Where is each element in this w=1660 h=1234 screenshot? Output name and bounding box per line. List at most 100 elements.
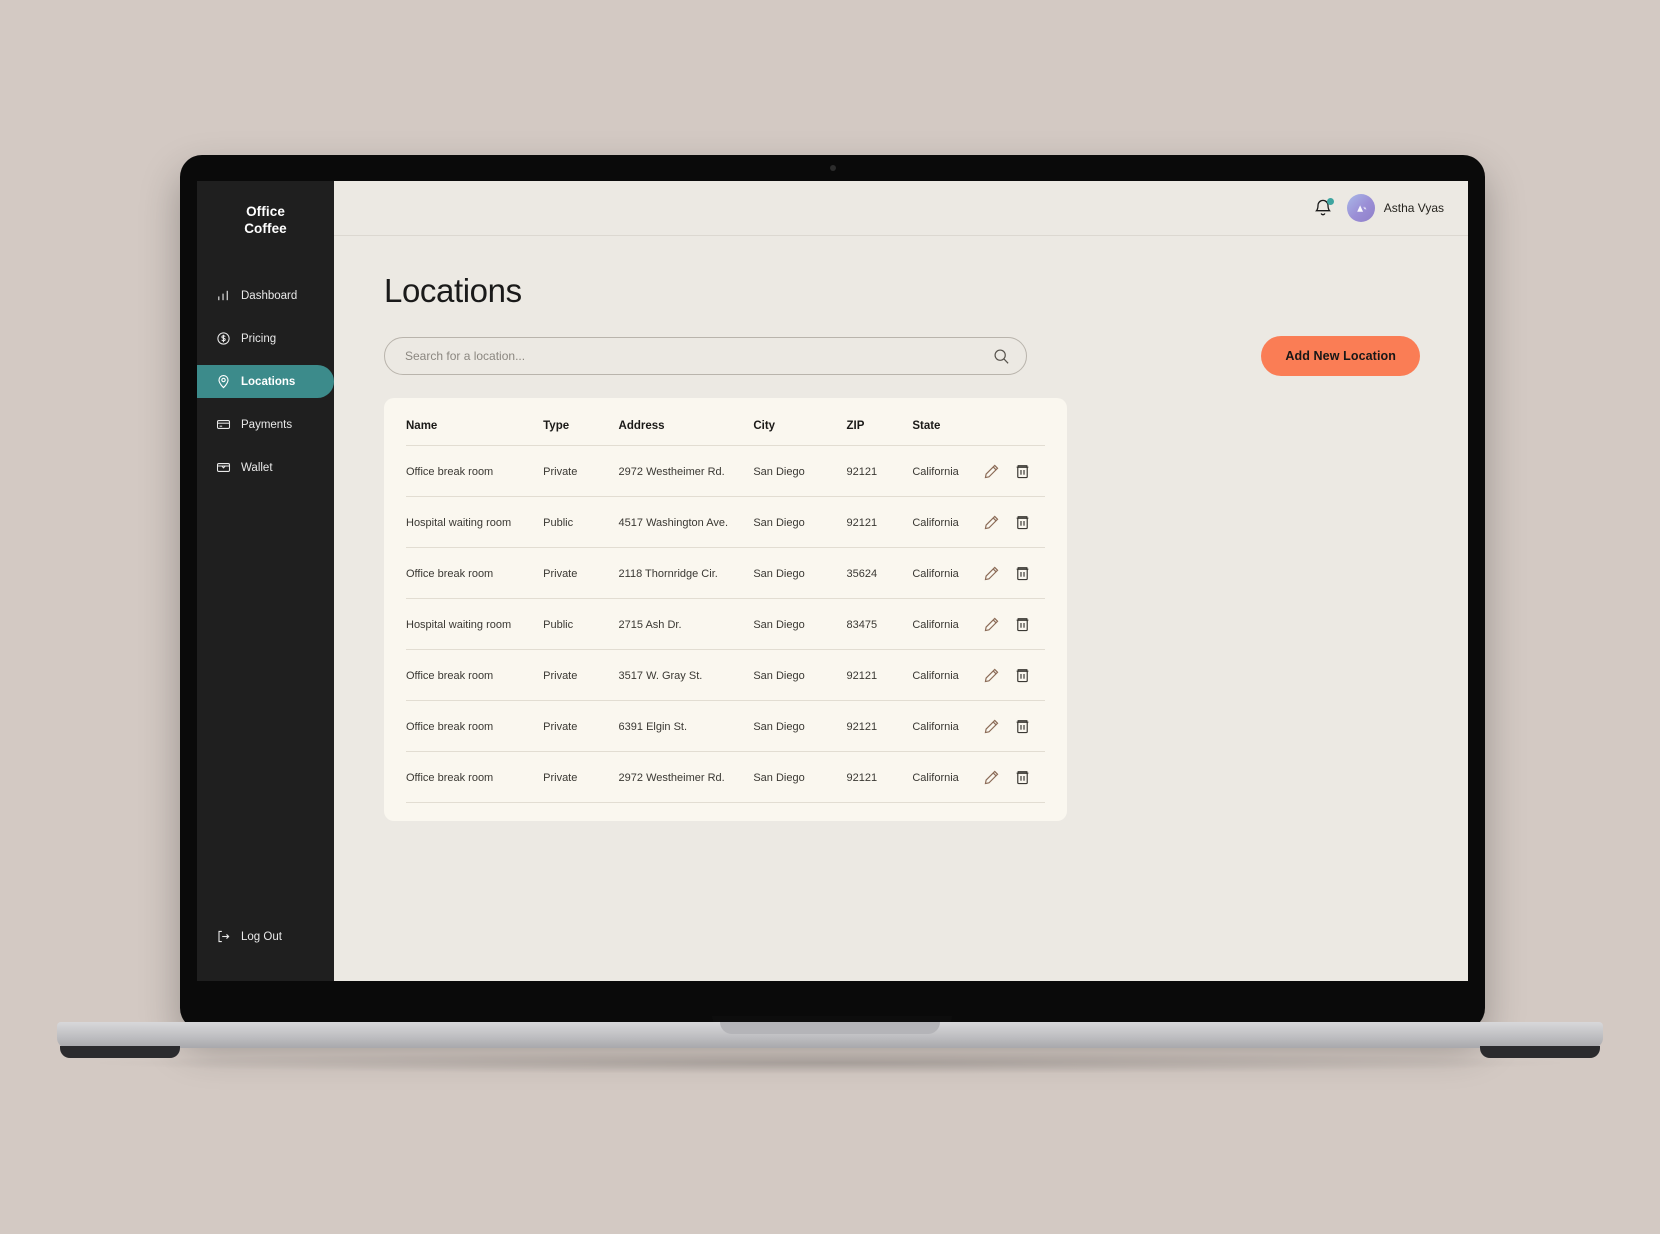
- column-header-type[interactable]: Type: [543, 398, 619, 446]
- edit-pencil-icon[interactable]: [983, 718, 1000, 735]
- edit-pencil-icon[interactable]: [983, 616, 1000, 633]
- delete-row-button[interactable]: [1014, 616, 1031, 633]
- edit-row-button[interactable]: [983, 463, 1000, 480]
- delete-row-button[interactable]: [1014, 514, 1031, 531]
- row-actions: [983, 463, 1045, 480]
- user-menu[interactable]: Astha Vyas: [1346, 194, 1444, 222]
- edit-row-button[interactable]: [983, 616, 1000, 633]
- search-icon[interactable]: [993, 348, 1010, 365]
- cell-address: 3517 W. Gray St.: [618, 649, 754, 701]
- logout-icon: [216, 929, 231, 944]
- logout-button[interactable]: Log Out: [197, 929, 282, 944]
- row-actions: [983, 514, 1045, 531]
- trash-icon[interactable]: [1014, 718, 1031, 735]
- cell-address: 2715 Ash Dr.: [618, 598, 754, 650]
- notifications-button[interactable]: [1313, 197, 1334, 219]
- edit-pencil-icon[interactable]: [983, 565, 1000, 582]
- sidebar-nav: Dashboard Pricing Locations Payments Wal…: [197, 279, 334, 484]
- cell-zip: 35624: [846, 547, 913, 599]
- sidebar-item-label: Pricing: [241, 332, 277, 345]
- column-header-name[interactable]: Name: [406, 398, 544, 446]
- cell-city: San Diego: [753, 751, 847, 803]
- row-actions: [983, 565, 1045, 582]
- delete-row-button[interactable]: [1014, 463, 1031, 480]
- search-input[interactable]: [405, 349, 993, 363]
- laptop-base: [57, 1022, 1603, 1048]
- laptop-lid: Office Coffee Dashboard Pricing Location…: [180, 155, 1485, 1030]
- column-header-state[interactable]: State: [912, 398, 983, 446]
- row-actions: [983, 667, 1045, 684]
- table-row[interactable]: Office break room Private 2118 Thornridge …: [406, 547, 1045, 599]
- trash-icon[interactable]: [1014, 514, 1031, 531]
- sidebar-item-label: Dashboard: [241, 289, 298, 302]
- cell-actions: [982, 547, 1045, 599]
- cell-zip: 92121: [846, 496, 913, 548]
- locations-table: Name Type Address City ZIP State Office …: [406, 398, 1045, 803]
- cell-state: California: [912, 649, 983, 701]
- cell-type: Public: [543, 496, 619, 548]
- cell-name: Office break room: [406, 700, 544, 752]
- trash-icon[interactable]: [1014, 616, 1031, 633]
- trash-icon[interactable]: [1014, 463, 1031, 480]
- edit-pencil-icon[interactable]: [983, 769, 1000, 786]
- trash-icon[interactable]: [1014, 667, 1031, 684]
- edit-row-button[interactable]: [983, 514, 1000, 531]
- dollar-circle-icon: [216, 331, 231, 346]
- cell-type: Public: [543, 598, 619, 650]
- add-new-location-button[interactable]: Add New Location: [1261, 336, 1420, 376]
- cell-name: Office break room: [406, 445, 544, 497]
- delete-row-button[interactable]: [1014, 769, 1031, 786]
- cell-type: Private: [543, 649, 619, 701]
- sidebar-item-payments[interactable]: Payments: [197, 408, 334, 441]
- edit-row-button[interactable]: [983, 667, 1000, 684]
- column-header-zip[interactable]: ZIP: [846, 398, 913, 446]
- trash-icon[interactable]: [1014, 769, 1031, 786]
- cell-actions: [982, 751, 1045, 803]
- cell-actions: [982, 700, 1045, 752]
- sidebar-item-label: Payments: [241, 418, 293, 431]
- locations-table-card: Name Type Address City ZIP State Office …: [384, 398, 1067, 821]
- edit-row-button[interactable]: [983, 565, 1000, 582]
- row-actions: [983, 616, 1045, 633]
- credit-card-icon: [216, 417, 231, 432]
- notification-badge: [1326, 198, 1334, 205]
- table-row[interactable]: Office break room Private 6391 Elgin St. Sa…: [406, 700, 1045, 752]
- cell-type: Private: [543, 547, 619, 599]
- cell-zip: 92121: [846, 700, 913, 752]
- sidebar: Office Coffee Dashboard Pricing Location…: [197, 181, 334, 981]
- cell-state: California: [912, 445, 983, 497]
- brand-logo: Office Coffee: [197, 203, 334, 237]
- delete-row-button[interactable]: [1014, 667, 1031, 684]
- sidebar-item-pricing[interactable]: Pricing: [197, 322, 334, 355]
- column-header-address[interactable]: Address: [618, 398, 754, 446]
- delete-row-button[interactable]: [1014, 565, 1031, 582]
- table-row[interactable]: Hospital waiting room Public 4517 Washingt…: [406, 496, 1045, 548]
- sidebar-item-locations[interactable]: Locations: [197, 365, 334, 398]
- cell-city: San Diego: [753, 598, 847, 650]
- search-box[interactable]: [384, 337, 1027, 375]
- edit-row-button[interactable]: [983, 769, 1000, 786]
- cell-name: Office break room: [406, 547, 544, 599]
- column-header-city[interactable]: City: [753, 398, 847, 446]
- delete-row-button[interactable]: [1014, 718, 1031, 735]
- cell-city: San Diego: [753, 649, 847, 701]
- row-actions: [983, 769, 1045, 786]
- user-name: Astha Vyas: [1383, 201, 1444, 215]
- cell-actions: [982, 445, 1045, 497]
- cell-name: Office break room: [406, 751, 544, 803]
- cell-address: 2972 Westheimer Rd.: [618, 445, 754, 497]
- table-row[interactable]: Office break room Private 2972 Westheimer …: [406, 445, 1045, 497]
- table-row[interactable]: Office break room Private 3517 W. Gray St.…: [406, 649, 1045, 701]
- laptop-base-notch: [720, 1022, 940, 1034]
- table-row[interactable]: Hospital waiting room Public 2715 Ash Dr. S…: [406, 598, 1045, 650]
- sidebar-item-wallet[interactable]: Wallet: [197, 451, 334, 484]
- sidebar-item-dashboard[interactable]: Dashboard: [197, 279, 334, 312]
- edit-pencil-icon[interactable]: [983, 667, 1000, 684]
- trash-icon[interactable]: [1014, 565, 1031, 582]
- edit-pencil-icon[interactable]: [983, 514, 1000, 531]
- table-row[interactable]: Office break room Private 2972 Westheimer …: [406, 751, 1045, 803]
- brand-line-2: Coffee: [244, 221, 287, 236]
- edit-row-button[interactable]: [983, 718, 1000, 735]
- cell-name: Office break room: [406, 649, 544, 701]
- edit-pencil-icon[interactable]: [983, 463, 1000, 480]
